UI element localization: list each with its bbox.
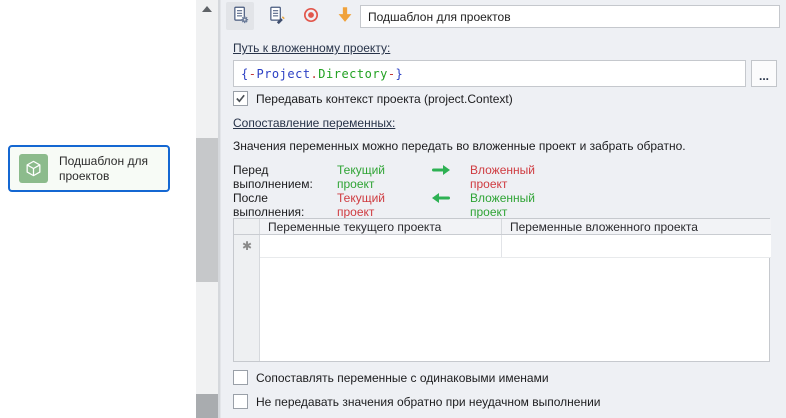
after-to-project: Вложенный проект (470, 191, 535, 219)
new-row-cell-nested[interactable] (501, 235, 771, 257)
new-row-marker: ✱ (241, 239, 253, 253)
activity-card-subtemplate[interactable]: Подшаблон для проектов (8, 145, 170, 192)
before-to-project: Вложенный проект (470, 163, 535, 191)
properties-document-button[interactable] (226, 2, 254, 30)
down-arrow-icon (333, 3, 357, 30)
document-gear-icon (228, 3, 252, 30)
vertical-scrollbar[interactable] (196, 0, 218, 418)
record-icon (299, 3, 323, 30)
activity-title-value: Подшаблон для проектов (368, 9, 511, 24)
activity-title-input[interactable]: Подшаблон для проектов (360, 5, 780, 28)
no-return-checkbox[interactable] (233, 394, 248, 409)
after-from-project: Текущий проект (337, 191, 385, 219)
right-arrow-icon (429, 164, 453, 179)
no-return-row: Не передавать значения обратно при неуда… (233, 394, 601, 409)
before-from-project: Текущий проект (337, 163, 385, 191)
left-arrow-icon (429, 192, 453, 207)
scrollbar-bottom-block[interactable] (196, 394, 218, 418)
browse-button[interactable]: ... (751, 60, 777, 87)
new-row-cell-current[interactable] (260, 235, 501, 257)
before-execution-label: Перед выполнением: (233, 163, 313, 191)
record-button[interactable] (297, 2, 325, 30)
workflow-canvas-panel: Подшаблон для проектов (0, 0, 196, 418)
edit-document-button[interactable] (262, 2, 290, 30)
table-row-border (260, 257, 771, 258)
pass-context-row: Передавать контекст проекта (project.Con… (233, 91, 513, 106)
move-down-button[interactable] (331, 2, 359, 30)
cube-icon (19, 154, 48, 183)
subproject-path-value: {-Project.Directory-} (241, 66, 404, 81)
variable-mapping-link[interactable]: Сопоставление переменных: (233, 116, 395, 130)
no-return-label: Не передавать значения обратно при неуда… (256, 394, 601, 409)
match-names-row: Сопоставлять переменные с одинаковыми им… (233, 370, 549, 385)
subproject-path-input[interactable]: {-Project.Directory-} (233, 60, 746, 87)
match-names-label: Сопоставлять переменные с одинаковыми им… (256, 370, 549, 385)
scroll-up-arrow-icon[interactable] (202, 6, 212, 12)
document-pencil-icon (264, 3, 288, 30)
scrollbar-thumb[interactable] (196, 138, 218, 282)
variables-table[interactable]: Переменные текущего проекта Переменные в… (233, 218, 771, 362)
variable-mapping-description: Значения переменных можно передать во вл… (233, 139, 686, 153)
subtemplate-activity-editor: Подшаблон для проектов Подшаблон для про… (0, 0, 786, 418)
subproject-path-link[interactable]: Путь к вложенному проекту: (233, 41, 390, 55)
table-header-current-project[interactable]: Переменные текущего проекта (260, 219, 501, 234)
table-header-nested-project[interactable]: Переменные вложенного проекта (501, 219, 771, 234)
activity-card-title: Подшаблон для проектов (59, 153, 148, 183)
after-execution-label: После выполнения: (233, 191, 305, 219)
pass-context-label: Передавать контекст проекта (project.Con… (256, 91, 513, 106)
pass-context-checkbox[interactable] (233, 91, 248, 106)
match-names-checkbox[interactable] (233, 370, 248, 385)
